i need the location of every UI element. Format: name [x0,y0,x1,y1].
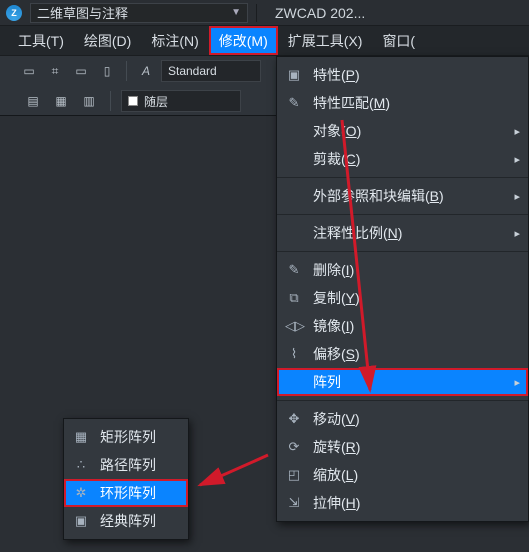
menuitem-label: 经典阵列 [100,511,174,531]
menu-window[interactable]: 窗口( [372,26,425,55]
menu-bar: 工具(T) 绘图(D) 标注(N) 修改(M) 扩展工具(X) 窗口( [0,26,529,56]
menuitem-label: 镜像(I) [313,316,506,336]
menuitem-label: 矩形阵列 [100,427,174,447]
mirror-icon: ◁▷ [285,318,303,334]
menuitem-label: 阵列 [313,372,506,392]
path-icon: ∴ [72,457,90,473]
menuitem-label: 环形阵列 [100,483,174,503]
eraser-icon: ✎ [285,262,303,278]
menuitem-label: 特性(P) [313,65,506,85]
menu-separator [277,251,528,252]
menuitem-object[interactable]: 对象(O) [277,117,528,145]
chevron-down-icon: ▼ [231,7,241,18]
scale-icon: ◰ [285,467,303,483]
menuitem-label: 注释性比例(N) [313,223,506,243]
menuitem-label: 外部参照和块编辑(B) [313,186,506,206]
menuitem-mirror[interactable]: ◁▷ 镜像(I) [277,312,528,340]
menuitem-move[interactable]: ✥ 移动(V) [277,405,528,433]
menuitem-rotate[interactable]: ⟳ 旋转(R) [277,433,528,461]
app-icon: Z [6,5,22,21]
tool-icon[interactable]: ▯ [96,60,118,82]
brush-icon: ✎ [285,95,303,111]
menuitem-label: 旋转(R) [313,437,506,457]
menuitem-label: 复制(Y) [313,288,506,308]
stretch-icon: ⇲ [285,495,303,511]
text-style-icon[interactable]: A [135,60,157,82]
menuitem-rect-array[interactable]: ▦ 矩形阵列 [64,423,188,451]
color-tool-icon[interactable]: ▦ [50,90,72,112]
workspace-label: 二维草图与注释 [37,3,128,22]
menuitem-match-properties[interactable]: ✎ 特性匹配(M) [277,89,528,117]
menuitem-stretch[interactable]: ⇲ 拉伸(H) [277,489,528,517]
divider [256,4,257,22]
tool-icon[interactable]: ⌗ [44,60,66,82]
offset-icon: ⌇ [285,346,303,362]
grid-icon: ▦ [72,429,90,445]
menuitem-copy[interactable]: ⧉ 复制(Y) [277,284,528,312]
color-swatch-icon [128,96,138,106]
separator [126,61,127,81]
menu-tools[interactable]: 工具(T) [8,26,74,55]
menu-dim[interactable]: 标注(N) [141,26,208,55]
menuitem-label: 对象(O) [313,121,506,141]
menuitem-array[interactable]: 阵列 [277,368,528,396]
text-style-combo[interactable]: Standard [161,60,261,82]
menu-separator [277,214,528,215]
tool-icon[interactable]: ▭ [18,60,40,82]
menuitem-label: 偏移(S) [313,344,506,364]
menuitem-label: 拉伸(H) [313,493,506,513]
menu-ext-tools[interactable]: 扩展工具(X) [278,26,373,55]
menuitem-xref-edit[interactable]: 外部参照和块编辑(B) [277,182,528,210]
layer-color-value: 随层 [144,93,168,110]
menuitem-path-array[interactable]: ∴ 路径阵列 [64,451,188,479]
menuitem-label: 剪裁(C) [313,149,506,169]
array-submenu: ▦ 矩形阵列 ∴ 路径阵列 ✲ 环形阵列 ▣ 经典阵列 [63,418,189,540]
workspace-selector[interactable]: 二维草图与注释 ▼ [30,3,248,23]
menu-draw[interactable]: 绘图(D) [74,26,141,55]
modify-menu: ▣ 特性(P) ✎ 特性匹配(M) 对象(O) 剪裁(C) 外部参照和块编辑(B… [276,56,529,522]
menuitem-offset[interactable]: ⌇ 偏移(S) [277,340,528,368]
polar-icon: ✲ [72,485,90,501]
menuitem-annotative-scale[interactable]: 注释性比例(N) [277,219,528,247]
rotate-icon: ⟳ [285,439,303,455]
menuitem-label: 缩放(L) [313,465,506,485]
color-tool-icon[interactable]: ▤ [22,90,44,112]
tool-icon[interactable]: ▭ [70,60,92,82]
grid2-icon: ▣ [72,513,90,529]
menuitem-polar-array[interactable]: ✲ 环形阵列 [64,479,188,507]
text-style-value: Standard [168,64,217,78]
menu-separator [277,400,528,401]
move-icon: ✥ [285,411,303,427]
color-tool-icon[interactable]: ▥ [78,90,100,112]
menuitem-scale[interactable]: ◰ 缩放(L) [277,461,528,489]
menu-separator [277,177,528,178]
copy-icon: ⧉ [285,290,303,306]
layer-color-combo[interactable]: 随层 [121,90,241,112]
menuitem-classic-array[interactable]: ▣ 经典阵列 [64,507,188,535]
menuitem-clip[interactable]: 剪裁(C) [277,145,528,173]
menuitem-label: 删除(I) [313,260,506,280]
menuitem-properties[interactable]: ▣ 特性(P) [277,61,528,89]
menu-modify[interactable]: 修改(M) [209,26,278,55]
separator [110,91,111,111]
properties-icon: ▣ [285,67,303,83]
app-title: ZWCAD 202... [265,5,365,21]
menuitem-erase[interactable]: ✎ 删除(I) [277,256,528,284]
menuitem-label: 移动(V) [313,409,506,429]
menuitem-label: 路径阵列 [100,455,174,475]
title-bar: Z 二维草图与注释 ▼ ZWCAD 202... [0,0,529,26]
menuitem-label: 特性匹配(M) [313,93,506,113]
